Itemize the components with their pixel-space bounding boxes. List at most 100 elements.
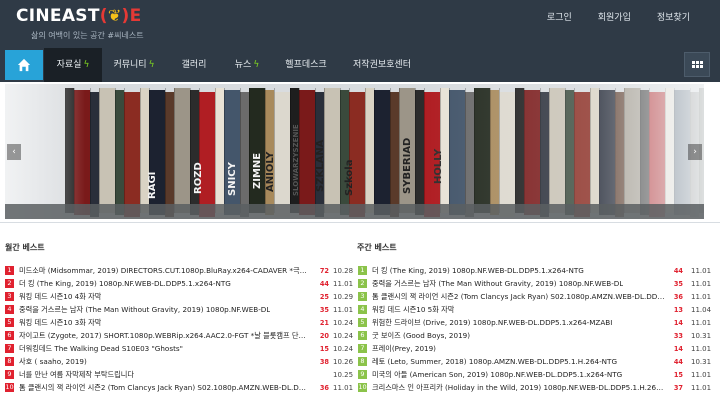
book-spine-edge: [390, 88, 391, 213]
nav-label: 자료실: [56, 60, 82, 70]
book-spine-edge: [415, 88, 416, 213]
book-spine-edge: [249, 88, 250, 213]
list-item[interactable]: 10 크리스마스 인 아프리카 (Holiday in the Wild, 201…: [358, 381, 711, 394]
maple-leaf-icon: ❦: [107, 6, 122, 25]
book-spine-edge: [140, 88, 141, 213]
post-title-link[interactable]: 크리스마스 인 아프리카 (Holiday in the Wild, 2019)…: [372, 383, 665, 393]
banner-prev-arrow[interactable]: ‹: [7, 144, 21, 160]
post-title-link[interactable]: 레토 (Leto, Summer, 2018) 1080p.AMZN.WEB-D…: [372, 357, 617, 367]
post-title-link[interactable]: 더 킹 (The King, 2019) 1080p.NF.WEB-DL.DDP…: [372, 266, 584, 276]
post-title-link[interactable]: 자이고트 (Zygote, 2017) SHORT.1080p.WEBRip.x…: [19, 331, 311, 341]
post-title-link[interactable]: 워킹 데드 시즌10 4화 자막: [19, 292, 101, 302]
book-spine-edge: [190, 88, 191, 213]
list-item[interactable]: 1 미드소마 (Midsommar, 2019) DIRECTORS.CUT.10…: [5, 264, 353, 277]
list-item[interactable]: 8 레토 (Leto, Summer, 2018) 1080p.AMZN.WEB-…: [358, 355, 711, 368]
rank-badge: 5: [5, 318, 14, 327]
nav-item-news[interactable]: 뉴스 ϟ: [222, 48, 272, 82]
main-nav: 자료실 ϟ 커뮤니티 ϟ 갤러리 뉴스 ϟ 헬프데스크 저작권보호센터: [0, 48, 720, 82]
book-spine: [215, 88, 224, 213]
signup-link[interactable]: 회원가입: [598, 10, 631, 23]
find-account-link[interactable]: 정보찾기: [657, 10, 690, 23]
spine-text: HOLLY: [433, 148, 444, 184]
book-spine-edge: [174, 88, 175, 213]
post-title-link[interactable]: 중력을 거스르는 남자 (The Man Without Gravity, 20…: [372, 279, 623, 289]
list-item[interactable]: 3 워킹 데드 시즌10 4화 자막 25 10.29: [5, 290, 353, 303]
nav-item-helpdesk[interactable]: 헬프데스크: [272, 48, 340, 82]
page-root: { "header": { "logo_text": "CINEAST", "l…: [0, 0, 720, 417]
book-spine: [274, 92, 290, 217]
home-icon: [17, 58, 31, 72]
list-item[interactable]: 8 사호 ( saaho, 2019) 38 10.26: [5, 355, 354, 368]
book-spine-edge: [340, 88, 341, 213]
banner-next-arrow[interactable]: ›: [688, 144, 702, 160]
comment-count: 36: [673, 292, 683, 301]
post-title-link[interactable]: 미국의 아들 (American Son, 2019) 1080p.NF.WEB…: [372, 370, 622, 380]
book-spine: [99, 88, 115, 213]
list-item[interactable]: 7 프레이(Prey, 2019) 14 11.01: [358, 342, 711, 355]
book-spine-edge: [90, 88, 91, 213]
home-button[interactable]: [5, 50, 43, 80]
book-spine-edge: [165, 88, 166, 213]
post-title-link[interactable]: 더 킹 (The King, 2019) 1080p.NF.WEB-DL.DDP…: [19, 279, 231, 289]
comment-count: 37: [673, 383, 683, 392]
post-title-link[interactable]: 톰 클랜시의 잭 라이언 시즌2 (Tom Clancys Jack Ryan)…: [19, 383, 311, 393]
spine-text: SZKLANA: [315, 139, 326, 192]
comment-count: 33: [673, 331, 683, 340]
list-item[interactable]: 9 미국의 아들 (American Son, 2019) 1080p.NF.WE…: [358, 368, 711, 381]
list-item[interactable]: 4 워킹 데드 시즌10 5화 자막 13 11.04: [358, 303, 711, 316]
login-link[interactable]: 로그인: [547, 10, 572, 23]
rank-badge: 8: [358, 357, 367, 366]
book-spine-edge: [290, 88, 291, 213]
post-date: 10.24: [333, 318, 354, 327]
list-item[interactable]: 2 중력을 거스르는 남자 (The Man Without Gravity, 2…: [358, 277, 711, 290]
spine-text: ANIOLY: [265, 151, 276, 192]
book-spine: [365, 88, 374, 213]
nav-item-archive[interactable]: 자료실 ϟ: [44, 48, 102, 82]
book-spine-edge: [424, 88, 425, 213]
nav-item-copyright-center[interactable]: 저작권보호센터: [340, 48, 424, 82]
spine-text: Szkola: [344, 160, 355, 196]
post-date: 11.01: [691, 292, 712, 301]
book-spine: [190, 90, 199, 215]
list-item[interactable]: 2 더 킹 (The King, 2019) 1080p.NF.WEB-DL.DD…: [5, 277, 353, 290]
comment-count: 21: [319, 318, 329, 327]
post-title-link[interactable]: 굿 보이즈 (Good Boys, 2019): [372, 331, 470, 341]
list-item[interactable]: 3 톰 클랜시의 잭 라이언 시즌2 (Tom Clancys Jack Ryan…: [358, 290, 711, 303]
post-title-link[interactable]: 사호 ( saaho, 2019): [19, 357, 87, 367]
grid-menu-button[interactable]: [684, 52, 710, 77]
comment-count: 20: [319, 331, 329, 340]
comment-count: 13: [673, 305, 683, 314]
book-spine: [390, 92, 399, 217]
post-title-link[interactable]: 위험한 드라이브 (Drive, 2019) 1080p.NF.WEB-DL.D…: [372, 318, 612, 328]
book-spine: [299, 90, 315, 215]
nav-label: 헬프데스크: [285, 60, 327, 70]
spine-text: ROZD: [193, 162, 204, 194]
post-title-link[interactable]: 워킹 데드 시즌10 3화 자막: [19, 318, 101, 328]
post-title-link[interactable]: 워킹 데드 시즌10 5화 자막: [372, 305, 454, 315]
post-title-link[interactable]: 프레이(Prey, 2019): [372, 344, 436, 354]
list-item[interactable]: 6 자이고트 (Zygote, 2017) SHORT.1080p.WEBRip.…: [5, 329, 353, 342]
nav-item-community[interactable]: 커뮤니티 ϟ: [102, 48, 166, 82]
list-item[interactable]: 1 더 킹 (The King, 2019) 1080p.NF.WEB-DL.DD…: [358, 264, 711, 277]
list-item[interactable]: 4 중력을 거스르는 남자 (The Man Without Gravity, 2…: [5, 303, 353, 316]
post-title-link[interactable]: 중력을 거스르는 남자 (The Man Without Gravity, 20…: [19, 305, 270, 315]
list-item[interactable]: 10 톰 클랜시의 잭 라이언 시즌2 (Tom Clancys Jack Rya…: [5, 381, 353, 394]
site-logo[interactable]: CINEAST(❦)E: [16, 6, 142, 26]
post-title-link[interactable]: 미드소마 (Midsommar, 2019) DIRECTORS.CUT.108…: [19, 266, 311, 276]
monthly-best-list: 1 미드소마 (Midsommar, 2019) DIRECTORS.CUT.10…: [5, 264, 354, 394]
list-item[interactable]: 5 위험한 드라이브 (Drive, 2019) 1080p.NF.WEB-DL.…: [358, 316, 711, 329]
list-item[interactable]: 6 굿 보이즈 (Good Boys, 2019) 33 10.31: [358, 329, 711, 342]
post-date: 10.26: [333, 357, 354, 366]
list-item[interactable]: 9 너를 만난 여름 자막제작 부탁드립니다 10.25: [5, 368, 353, 381]
post-title-link[interactable]: 톰 클랜시의 잭 라이언 시즌2 (Tom Clancys Jack Ryan)…: [372, 292, 665, 302]
list-item[interactable]: 7 더워킹데드 The Walking Dead S10E03 "Ghosts" 1…: [5, 342, 353, 355]
weekly-best-list: 1 더 킹 (The King, 2019) 1080p.NF.WEB-DL.DD…: [358, 264, 711, 394]
book-spine-edge: [124, 88, 125, 213]
nav-item-gallery[interactable]: 갤러리: [166, 48, 222, 82]
comment-count: 15: [319, 344, 329, 353]
post-title-link[interactable]: 너를 만난 여름 자막제작 부탁드립니다: [19, 370, 134, 380]
rank-badge: 9: [5, 370, 14, 379]
list-item[interactable]: 5 워킹 데드 시즌10 3화 자막 21 10.24: [5, 316, 354, 329]
book-spine-edge: [115, 88, 116, 213]
post-title-link[interactable]: 더워킹데드 The Walking Dead S10E03 "Ghosts": [19, 344, 183, 354]
